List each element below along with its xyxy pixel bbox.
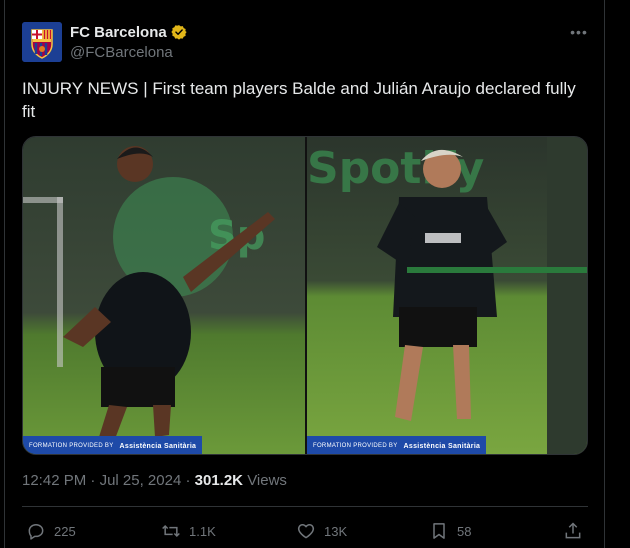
heart-icon [297,524,315,539]
share-icon [565,522,581,539]
more-options-icon[interactable]: ••• [567,22,591,42]
verified-badge-icon [171,24,187,40]
tweet-text: INJURY NEWS | First team players Balde a… [22,77,588,123]
tweet-text-line-2: fit [22,102,36,121]
media-photo-left[interactable]: Sp FORMATION PROVIDED BY Assistència San… [23,137,305,454]
bookmark-count: 58 [457,523,472,539]
bookmark-button[interactable]: 58 [429,518,471,544]
watermark-left: FORMATION PROVIDED BY Assistència Sanità… [23,436,203,454]
watermark-right: FORMATION PROVIDED BY Assistència Sanità… [307,436,487,454]
tweet-actions: 225 1.1K 13K 58 [22,518,588,544]
tweet-text-line-1: INJURY NEWS | First team players Balde a… [22,79,576,98]
timeline-border-right [604,0,605,548]
tweet-media: Sp FORMATION PROVIDED BY Assistència San… [22,136,588,455]
actions-divider [22,506,588,507]
repost-button[interactable]: 1.1K [161,518,216,544]
account-handle[interactable]: @FCBarcelona [70,44,187,61]
player-smiling-image: Spotify [307,137,587,454]
like-button[interactable]: 13K [296,518,347,544]
watermark-left-prefix: FORMATION PROVIDED BY [29,443,114,449]
views-count: 301.2K [194,472,244,489]
fc-barcelona-crest-icon [22,22,62,62]
account-names: FC Barcelona @FCBarcelona [70,22,187,61]
repost-icon [162,524,180,538]
watermark-right-prefix: FORMATION PROVIDED BY [313,443,398,449]
meta-separator: · [90,472,96,489]
meta-separator-2: · [185,472,191,489]
bookmark-icon [433,523,445,539]
timeline-border-left [4,0,5,548]
tweet-meta: 12:42 PM · Jul 25, 2024 · 301.2K Views [22,472,287,489]
reply-button[interactable]: 225 [26,518,76,544]
display-name[interactable]: FC Barcelona [70,24,167,41]
tweet-time[interactable]: 12:42 PM [22,472,86,489]
like-count: 13K [324,523,348,539]
media-photo-right[interactable]: Spotify FORMATION PROVIDED BY Assistènci… [307,137,587,454]
share-button[interactable] [563,518,583,544]
reply-count: 225 [54,523,76,539]
repost-count: 1.1K [189,523,216,539]
display-name-row: FC Barcelona [70,22,187,42]
avatar[interactable] [22,22,62,62]
tweet-header: FC Barcelona @FCBarcelona ••• [22,22,588,64]
watermark-left-brand: Assistència Sanitària [119,442,197,450]
reply-icon [28,524,44,540]
views-label: Views [247,472,287,489]
watermark-right-brand: Assistència Sanitària [403,442,481,450]
player-sprinting-image: Sp [23,137,305,454]
tweet-date[interactable]: Jul 25, 2024 [100,472,182,489]
